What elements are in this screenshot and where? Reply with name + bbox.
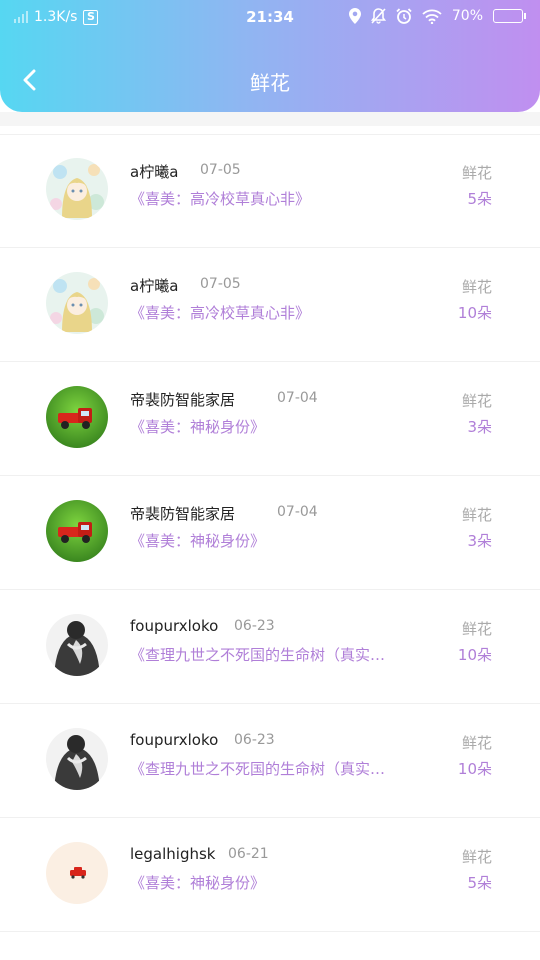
gift-type-label: 鲜花 (461, 848, 492, 866)
gift-count: 5朵 (467, 874, 492, 892)
user-name[interactable]: 帝裴防智能家居 (130, 389, 235, 410)
alarm-icon (396, 8, 412, 24)
gift-type-label: 鲜花 (461, 164, 492, 182)
book-title-link[interactable]: 《喜美：高冷校草真心非》 (130, 302, 460, 323)
gift-type-label: 鲜花 (461, 278, 492, 296)
book-title-link[interactable]: 《查理九世之不死国的生命树（真实… (130, 644, 460, 665)
status-bar: 1.3K/s S 21:34 70% (0, 0, 540, 36)
flower-record-row[interactable]: 帝裴防智能家居 07-04 《喜美：神秘身份》 鲜花 3朵 (0, 362, 540, 476)
page-title: 鲜花 (250, 71, 290, 95)
monochrome-figure-avatar[interactable] (46, 614, 108, 676)
user-name[interactable]: legalhighsk (130, 845, 215, 863)
record-date: 07-05 (200, 162, 241, 178)
gift-type-label: 鲜花 (461, 392, 492, 410)
gift-count: 10朵 (457, 304, 492, 322)
book-title-link[interactable]: 《查理九世之不死国的生命树（真实… (130, 758, 460, 779)
book-title-link[interactable]: 《喜美：神秘身份》 (130, 530, 460, 551)
book-title-link[interactable]: 《喜美：神秘身份》 (130, 416, 460, 437)
red-truck-avatar[interactable] (46, 500, 108, 562)
user-name[interactable]: foupurxloko (130, 617, 218, 635)
gift-count: 10朵 (457, 646, 492, 664)
small-car-avatar[interactable] (46, 842, 108, 904)
gift-type-label: 鲜花 (461, 620, 492, 638)
status-right: 70% (348, 8, 526, 24)
record-date: 07-04 (277, 390, 318, 406)
gift-type-label: 鲜花 (461, 734, 492, 752)
gift-count: 3朵 (467, 418, 492, 436)
gift-type-label: 鲜花 (461, 506, 492, 524)
flower-record-row[interactable]: 帝裴防智能家居 07-04 《喜美：神秘身份》 鲜花 3朵 (0, 476, 540, 590)
flower-record-row[interactable]: legalhighsk 06-21 《喜美：神秘身份》 鲜花 5朵 (0, 818, 540, 932)
flower-record-row[interactable]: a柠曦a 07-05 《喜美：高冷校草真心非》 鲜花 10朵 (0, 248, 540, 362)
book-title-link[interactable]: 《喜美：神秘身份》 (130, 872, 460, 893)
record-date: 06-23 (234, 732, 275, 748)
header-gap (0, 112, 540, 126)
mute-bell-icon (370, 8, 386, 24)
battery-percent: 70% (451, 8, 483, 24)
anime-girl-avatar[interactable] (46, 158, 108, 220)
gift-count: 5朵 (467, 190, 492, 208)
gift-count: 10朵 (457, 760, 492, 778)
user-name[interactable]: a柠曦a (130, 275, 178, 296)
user-name[interactable]: foupurxloko (130, 731, 218, 749)
book-title-link[interactable]: 《喜美：高冷校草真心非》 (130, 188, 460, 209)
monochrome-figure-avatar[interactable] (46, 728, 108, 790)
app-header: 1.3K/s S 21:34 70% 鲜花 (0, 0, 540, 112)
user-name[interactable]: a柠曦a (130, 161, 178, 182)
record-date: 06-21 (228, 846, 269, 862)
location-icon (348, 8, 361, 24)
record-date: 06-23 (234, 618, 275, 634)
battery-icon (493, 9, 526, 23)
red-truck-avatar[interactable] (46, 386, 108, 448)
flower-record-row[interactable]: foupurxloko 06-23 《查理九世之不死国的生命树（真实… 鲜花 10朵 (0, 590, 540, 704)
flower-record-row[interactable]: a柠曦a 07-05 《喜美：高冷校草真心非》 鲜花 5朵 (0, 134, 540, 248)
anime-girl-avatar[interactable] (46, 272, 108, 334)
user-name[interactable]: 帝裴防智能家居 (130, 503, 235, 524)
record-date: 07-05 (200, 276, 241, 292)
wifi-icon (422, 9, 442, 24)
record-date: 07-04 (277, 504, 318, 520)
gift-count: 3朵 (467, 532, 492, 550)
flower-record-row[interactable]: foupurxloko 06-23 《查理九世之不死国的生命树（真实… 鲜花 10朵 (0, 704, 540, 818)
